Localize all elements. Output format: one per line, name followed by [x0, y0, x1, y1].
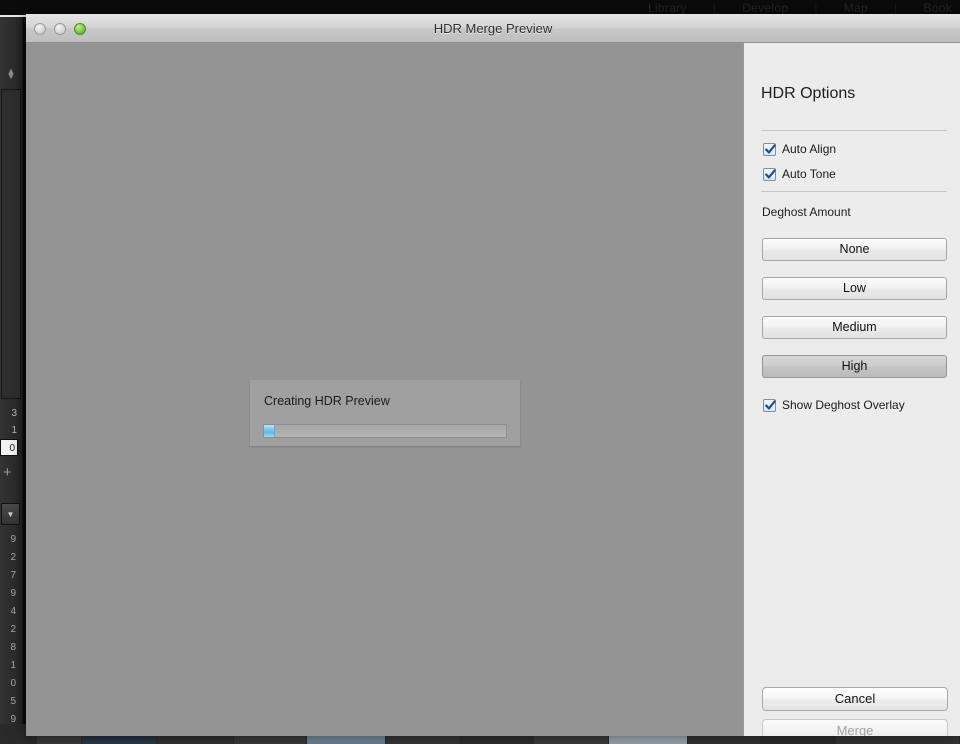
minimize-button-icon[interactable]: [54, 23, 66, 35]
deghost-option-low[interactable]: Low: [762, 277, 947, 300]
module-library[interactable]: Library: [648, 1, 687, 15]
deghost-option-medium[interactable]: Medium: [762, 316, 947, 339]
module-develop[interactable]: Develop: [742, 1, 788, 15]
list-item: 0: [10, 678, 16, 689]
deghost-amount-label: Deghost Amount: [762, 205, 851, 219]
list-item: 9: [10, 588, 16, 599]
window-title: HDR Merge Preview: [433, 20, 553, 36]
divider-bottom: [761, 191, 947, 192]
checkbox-auto-align[interactable]: Auto Align: [763, 142, 836, 156]
module-map[interactable]: Map: [844, 1, 868, 15]
zoom-button-icon[interactable]: [74, 23, 86, 35]
panel-title: HDR Options: [761, 85, 856, 102]
background-value-field[interactable]: 0: [0, 439, 18, 456]
list-item: 8: [10, 642, 16, 653]
triangle-down-icon[interactable]: ▼: [1, 503, 20, 525]
checkbox-label: Show Deghost Overlay: [782, 398, 905, 412]
module-separator-3: |: [894, 1, 898, 15]
list-item: 2: [10, 624, 16, 635]
module-separator-2: |: [814, 1, 818, 15]
checkbox-label: Auto Align: [782, 142, 837, 156]
deghost-option-high[interactable]: High: [762, 355, 947, 378]
background-number-list: 9 2 7 9 4 2 8 1 0 5 9: [0, 531, 19, 724]
module-book[interactable]: Book: [923, 1, 952, 15]
progress-title: Creating HDR Preview: [264, 394, 390, 408]
checkbox-auto-tone[interactable]: Auto Tone: [763, 167, 836, 181]
progress-dialog: Creating HDR Preview: [250, 380, 520, 446]
background-application: Library | Develop | Map | Book ▲ ▼ 3 1 0 …: [0, 0, 960, 744]
divider-top: [761, 130, 947, 131]
background-number-2: 1: [11, 425, 17, 436]
list-item: 9: [10, 714, 16, 724]
close-button-icon[interactable]: [34, 23, 46, 35]
list-item: 2: [10, 552, 16, 563]
window-titlebar[interactable]: HDR Merge Preview: [26, 14, 960, 43]
list-item: 1: [10, 660, 16, 671]
sort-arrows-icon[interactable]: ▲ ▼: [6, 67, 16, 81]
hdr-preview-canvas[interactable]: Creating HDR Preview: [26, 43, 743, 736]
background-left-panel: ▲ ▼ 3 1 0 + ▼ 9 2 7 9 4 2 8 1 0 5 9: [0, 17, 23, 724]
window-body: Creating HDR Preview HDR Options Auto Al…: [26, 43, 960, 736]
background-number-1: 3: [11, 408, 17, 419]
progress-bar-fill: [264, 425, 275, 437]
checkmark-icon[interactable]: [763, 167, 776, 181]
progress-bar: [263, 424, 507, 438]
background-module-bar: Library | Develop | Map | Book: [648, 1, 952, 15]
list-item: 9: [10, 534, 16, 545]
checkbox-show-deghost-overlay[interactable]: Show Deghost Overlay: [763, 398, 905, 412]
module-separator-1: |: [712, 1, 717, 15]
checkbox-label: Auto Tone: [782, 167, 836, 181]
hdr-merge-preview-window: HDR Merge Preview Creating HDR Preview H…: [26, 14, 960, 736]
cancel-button[interactable]: Cancel: [762, 687, 948, 711]
window-controls: [34, 23, 86, 35]
list-item: 4: [10, 606, 16, 617]
list-item: 7: [10, 570, 16, 581]
background-list-box: [1, 89, 21, 399]
hdr-options-panel: HDR Options Auto Align Auto Tone Deghost…: [743, 43, 960, 736]
plus-icon[interactable]: +: [3, 464, 12, 481]
checkmark-icon[interactable]: [763, 398, 776, 412]
checkmark-icon[interactable]: [763, 142, 776, 156]
merge-button[interactable]: Merge: [762, 719, 948, 736]
list-item: 5: [10, 696, 16, 707]
deghost-option-none[interactable]: None: [762, 238, 947, 261]
